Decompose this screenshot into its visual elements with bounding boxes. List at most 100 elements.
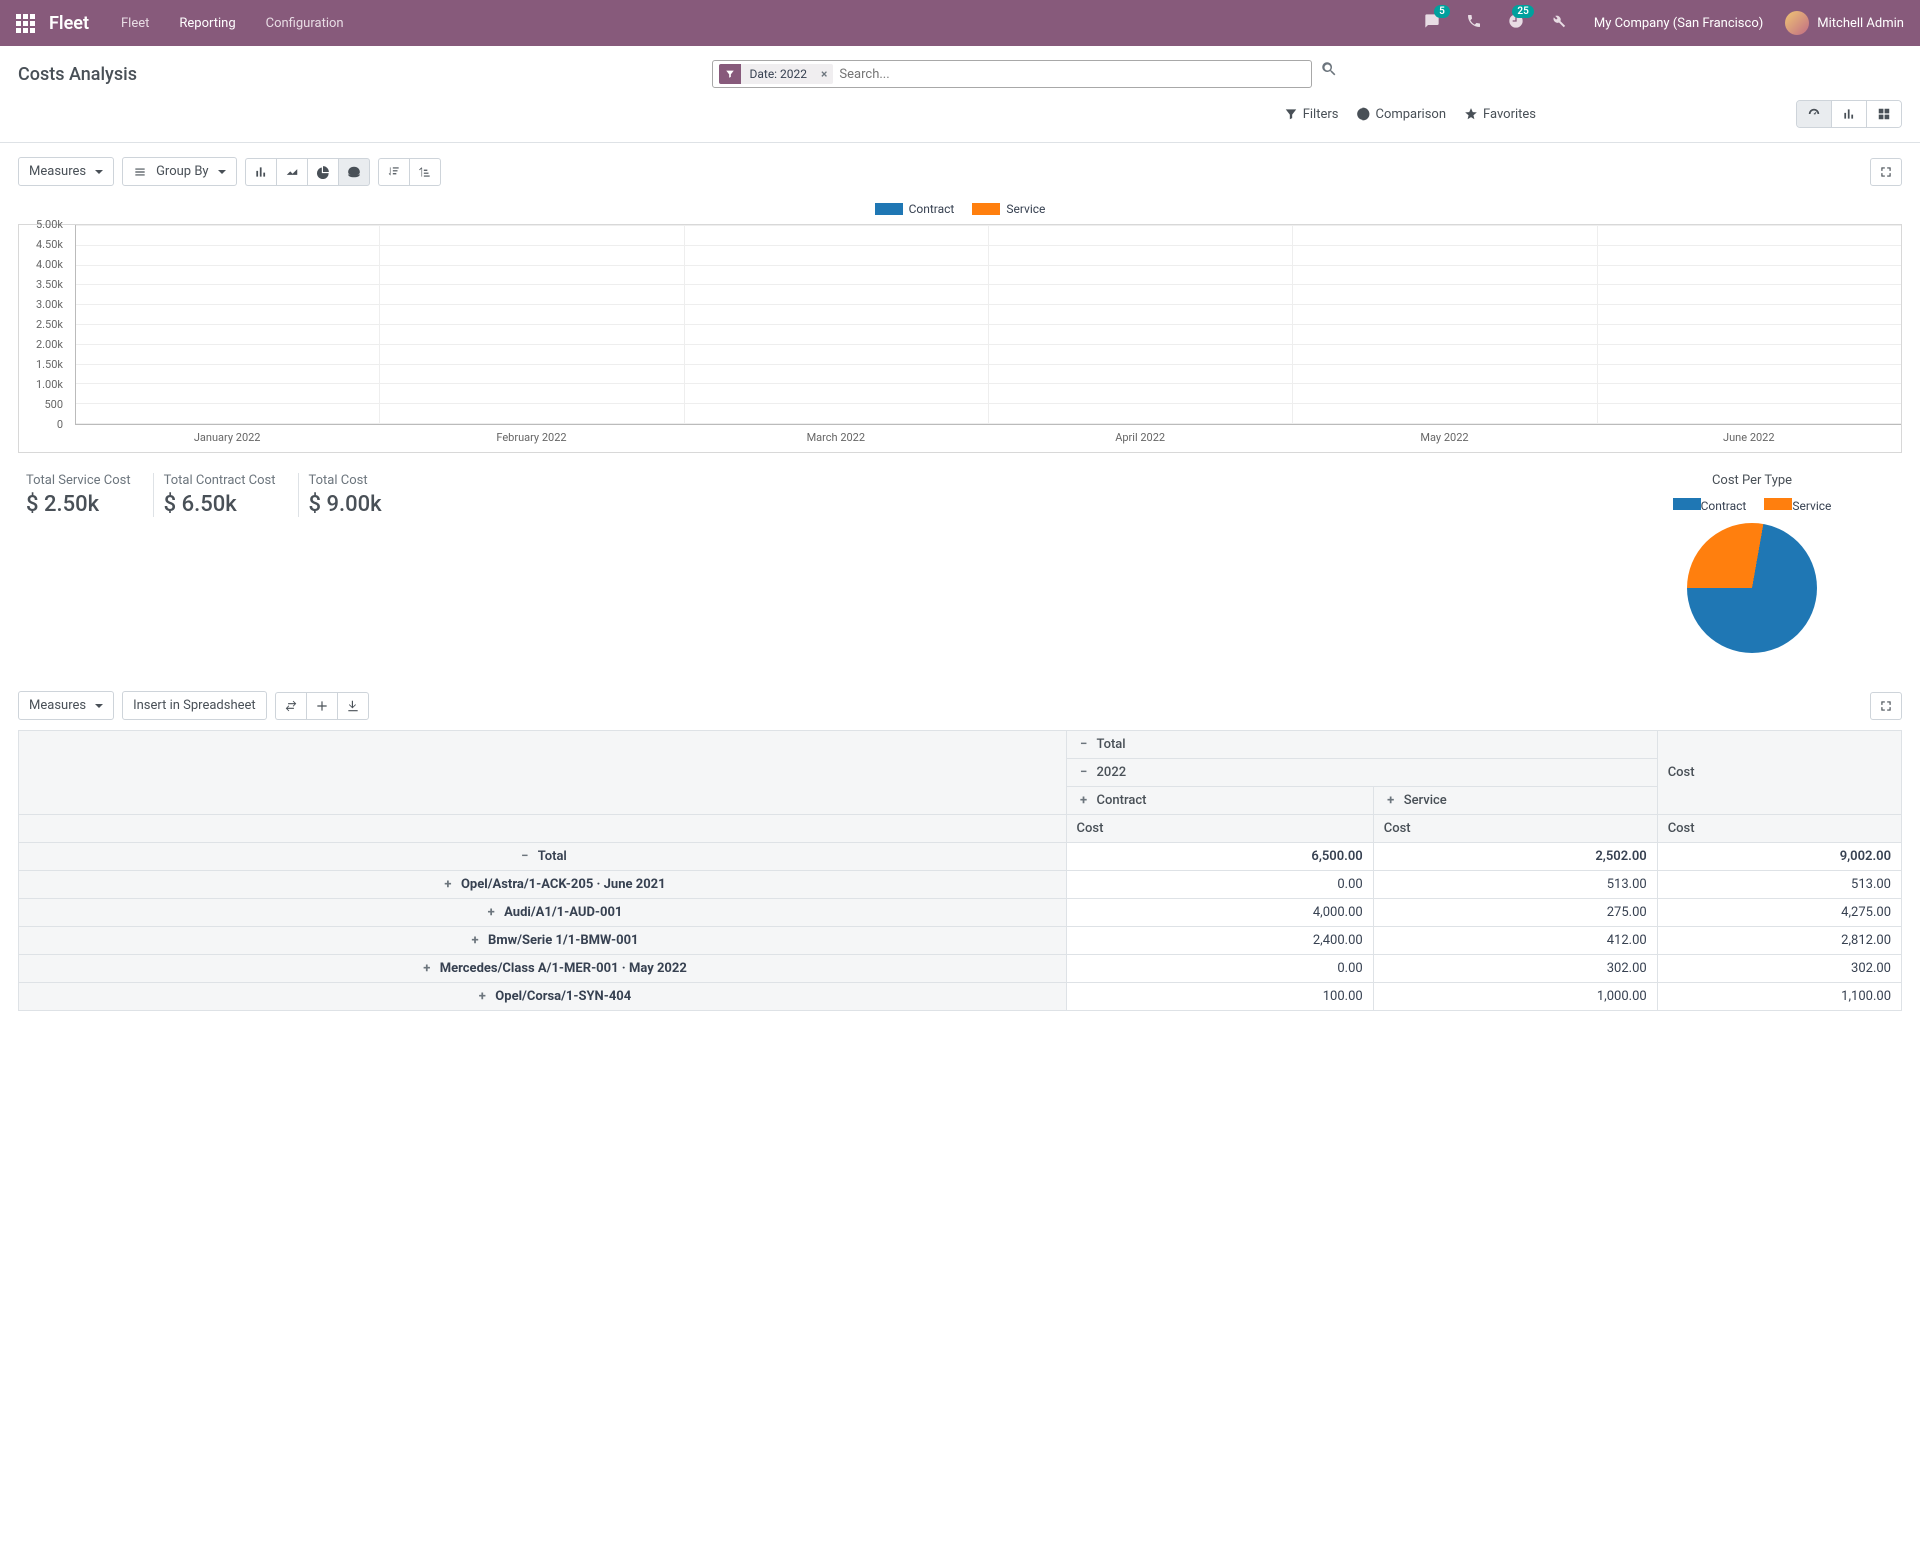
row-label[interactable]: +Opel/Corsa/1-SYN-404 <box>19 983 1067 1011</box>
topbar: Fleet Fleet Reporting Configuration 5 25… <box>0 0 1920 46</box>
plus-icon <box>315 699 329 713</box>
stacked-button[interactable] <box>338 158 370 186</box>
sort-desc-icon <box>387 165 401 179</box>
x-tick: March 2022 <box>684 425 988 452</box>
col-year[interactable]: −2022 <box>1066 759 1657 787</box>
grid-icon <box>1877 107 1891 121</box>
expand-icon[interactable]: + <box>1077 793 1091 808</box>
dashboard-icon <box>1807 107 1821 121</box>
measures-button[interactable]: Measures <box>18 157 114 186</box>
col-contract-cost: Cost <box>1066 815 1373 843</box>
x-tick: May 2022 <box>1292 425 1596 452</box>
pivot-measures-button[interactable]: Measures <box>18 691 114 720</box>
kpi-row: Total Service Cost $ 2.50k Total Contrac… <box>0 453 1920 653</box>
expand-icon <box>1879 699 1893 713</box>
bar-chart-button[interactable] <box>245 158 276 186</box>
expand-icon[interactable]: + <box>420 961 434 976</box>
row-label[interactable]: +Bmw/Serie 1/1-BMW-001 <box>19 927 1067 955</box>
header-row: Costs Analysis Date: 2022 × <box>0 46 1920 96</box>
bars-icon <box>1842 107 1856 121</box>
col-service[interactable]: +Service <box>1373 787 1657 815</box>
user-menu[interactable]: Mitchell Admin <box>1785 11 1904 35</box>
col-contract[interactable]: +Contract <box>1066 787 1373 815</box>
messaging-icon[interactable]: 5 <box>1418 13 1446 33</box>
activities-icon[interactable]: 25 <box>1502 13 1530 33</box>
pie-chart <box>1687 523 1817 653</box>
expand-icon[interactable]: + <box>475 989 489 1004</box>
cell: 513.00 <box>1373 871 1657 899</box>
kpi-contract: Total Contract Cost $ 6.50k <box>153 473 298 517</box>
search-icon[interactable] <box>1320 60 1338 78</box>
col-grand-cost: Cost <box>1657 731 1901 815</box>
pie-title: Cost Per Type <box>1712 473 1792 488</box>
bar-legend: Contract Service <box>18 200 1902 224</box>
search-box[interactable]: Date: 2022 × <box>712 60 1312 88</box>
filters-button[interactable]: Filters <box>1284 107 1339 122</box>
download-button[interactable] <box>337 692 369 720</box>
x-tick: April 2022 <box>988 425 1292 452</box>
expand-icon[interactable]: + <box>484 905 498 920</box>
expand-pivot-button[interactable] <box>1870 692 1902 720</box>
col-total-cost: Cost <box>1657 815 1901 843</box>
row-label[interactable]: +Audi/A1/1-AUD-001 <box>19 899 1067 927</box>
apps-icon[interactable] <box>16 14 35 33</box>
cell: 275.00 <box>1373 899 1657 927</box>
collapse-icon[interactable]: − <box>1077 765 1091 780</box>
expand-icon[interactable]: + <box>468 933 482 948</box>
bar-column <box>989 225 1293 424</box>
view-dashboard[interactable] <box>1797 101 1832 127</box>
insert-spreadsheet-button[interactable]: Insert in Spreadsheet <box>122 691 267 720</box>
star-icon <box>1464 107 1478 121</box>
company-switcher[interactable]: My Company (San Francisco) <box>1586 16 1771 31</box>
favorites-button[interactable]: Favorites <box>1464 107 1536 122</box>
expand-icon[interactable]: + <box>1384 793 1398 808</box>
nav-configuration[interactable]: Configuration <box>258 12 352 35</box>
collapse-icon[interactable]: − <box>1077 737 1091 752</box>
expand-icon <box>1879 165 1893 179</box>
avatar <box>1785 11 1809 35</box>
expand-icon[interactable]: + <box>441 877 455 892</box>
row-label[interactable]: +Opel/Astra/1-ACK-205 · June 2021 <box>19 871 1067 899</box>
cell: 513.00 <box>1657 871 1901 899</box>
nav-fleet[interactable]: Fleet <box>113 12 157 35</box>
row-label[interactable]: +Mercedes/Class A/1-MER-001 · May 2022 <box>19 955 1067 983</box>
cell: 9,002.00 <box>1657 843 1901 871</box>
facet-remove[interactable]: × <box>815 64 833 84</box>
pie-chart-button[interactable] <box>307 158 338 186</box>
sort-asc-button[interactable] <box>409 158 441 186</box>
expand-chart-button[interactable] <box>1870 158 1902 186</box>
table-row: +Audi/A1/1-AUD-0014,000.00275.004,275.00 <box>19 899 1902 927</box>
phone-icon <box>1466 13 1482 29</box>
view-graph[interactable] <box>1832 101 1867 127</box>
bar-icon <box>254 165 268 179</box>
cell: 4,275.00 <box>1657 899 1901 927</box>
sort-desc-button[interactable] <box>378 158 409 186</box>
bar-column <box>1598 225 1901 424</box>
view-pivot[interactable] <box>1867 101 1901 127</box>
pivot-table: −Total Cost −2022 +Contract +Service Cos… <box>18 730 1902 1011</box>
graph-toolbar: Measures Group By <box>0 143 1920 200</box>
line-chart-button[interactable] <box>276 158 307 186</box>
stack-icon <box>347 165 361 179</box>
sort-asc-icon <box>418 165 432 179</box>
debug-icon[interactable] <box>1544 13 1572 33</box>
flip-axis-button[interactable] <box>275 692 306 720</box>
brand[interactable]: Fleet <box>49 13 89 34</box>
collapse-icon[interactable]: − <box>518 849 532 864</box>
col-service-cost: Cost <box>1373 815 1657 843</box>
cell: 0.00 <box>1066 871 1373 899</box>
call-icon[interactable] <box>1460 13 1488 33</box>
filter-icon <box>719 64 741 84</box>
group-by-button[interactable]: Group By <box>122 157 237 186</box>
expand-all-button[interactable] <box>306 692 337 720</box>
col-total[interactable]: −Total <box>1066 731 1657 759</box>
row-total-label[interactable]: −Total <box>19 843 1067 871</box>
chart-type-group <box>245 158 370 186</box>
pie-block: Cost Per Type Contract Service <box>1602 473 1902 653</box>
cell: 4,000.00 <box>1066 899 1373 927</box>
table-row: +Bmw/Serie 1/1-BMW-0012,400.00412.002,81… <box>19 927 1902 955</box>
comparison-button[interactable]: Comparison <box>1356 107 1446 122</box>
nav-reporting[interactable]: Reporting <box>171 12 243 35</box>
bar-column <box>1293 225 1597 424</box>
search-input[interactable] <box>839 67 1305 82</box>
